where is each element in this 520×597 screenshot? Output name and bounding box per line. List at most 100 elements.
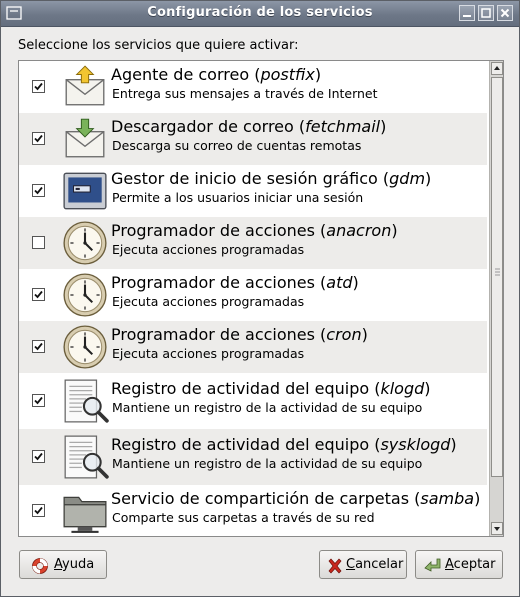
service-daemon-name: postfix (260, 65, 315, 84)
service-checkbox[interactable] (32, 504, 45, 517)
service-name: Programador de acciones (anacron) (111, 221, 398, 240)
service-name: Gestor de inicio de sesión gráfico (gdm) (111, 169, 431, 188)
title-bar[interactable]: Configuración de los servicios (1, 1, 519, 27)
checkmark-icon (34, 506, 43, 515)
service-row[interactable]: Registro de actividad del equipo (sysklo… (19, 429, 487, 485)
service-row[interactable]: Programador de acciones (cron) Ejecuta ac… (19, 321, 487, 373)
service-name: Agente de correo (postfix) (111, 65, 321, 84)
service-checkbox[interactable] (32, 288, 45, 301)
help-button[interactable]: Ayuda (19, 550, 107, 579)
checkmark-icon (34, 186, 43, 195)
services-dialog: Configuración de los servicios Seleccion… (0, 0, 520, 597)
service-checkbox[interactable] (32, 184, 45, 197)
service-daemon-name: samba (420, 489, 475, 508)
service-checkbox[interactable] (32, 340, 45, 353)
service-row[interactable]: Agente de correo (postfix) Entrega sus me… (19, 61, 487, 113)
service-name: Descargador de correo (fetchmail) (111, 117, 386, 136)
service-checkbox[interactable] (32, 450, 45, 463)
service-checkbox[interactable] (32, 80, 45, 93)
window-title: Configuración de los servicios (147, 5, 373, 20)
service-name: Programador de acciones (atd) (111, 273, 359, 292)
service-name-suffix: ) (361, 325, 368, 344)
service-checkbox[interactable] (32, 394, 45, 407)
log-viewer-icon (61, 377, 109, 425)
service-description: Entrega sus mensajes a través de Interne… (112, 86, 378, 101)
service-description: Mantiene un registro de la actividad de … (112, 456, 423, 471)
service-name-suffix: ) (424, 379, 431, 398)
service-name: Registro de actividad del equipo (sysklo… (111, 435, 457, 454)
help-mnemonic: A (54, 557, 63, 572)
clock-icon (61, 219, 109, 267)
service-description: Mantiene un registro de la actividad de … (112, 400, 423, 415)
service-daemon-name: anacron (326, 221, 392, 240)
service-name: Registro de actividad del equipo (klogd) (111, 379, 431, 398)
maximize-icon (481, 8, 491, 18)
service-name-prefix: Servicio de compartición de carpetas ( (111, 489, 421, 508)
vertical-scrollbar[interactable] (489, 61, 503, 536)
close-button[interactable] (497, 5, 513, 21)
accept-label: Aceptar (445, 557, 495, 572)
service-name-suffix: ) (380, 117, 387, 136)
service-name-prefix: Descargador de correo ( (111, 117, 306, 136)
help-label: Ayuda (54, 557, 94, 572)
scroll-up-button[interactable] (491, 62, 503, 75)
service-description: Permite a los usuarios iniciar una sesió… (112, 190, 364, 205)
checkmark-icon (34, 452, 43, 461)
service-name-suffix: ) (474, 489, 481, 508)
accept-mnemonic: A (445, 557, 454, 572)
service-name-suffix: ) (450, 435, 457, 454)
service-row[interactable]: Programador de acciones (atd) Ejecuta acc… (19, 269, 487, 321)
service-description: Ejecuta acciones programadas (112, 242, 305, 257)
minimize-icon (463, 15, 471, 17)
service-row[interactable]: Programador de acciones (anacron) Ejecuta… (19, 217, 487, 269)
scroll-thumb[interactable] (491, 77, 503, 477)
service-description: Ejecuta acciones programadas (112, 294, 305, 309)
service-daemon-name: sysklogd (380, 435, 451, 454)
cancel-x-icon (328, 558, 342, 574)
service-daemon-name: atd (326, 273, 353, 292)
cancel-button[interactable]: Cancelar (319, 550, 407, 579)
service-row[interactable]: Gestor de inicio de sesión gráfico (gdm)… (19, 165, 487, 217)
scroll-down-button[interactable] (491, 522, 503, 535)
service-name-prefix: Programador de acciones ( (111, 325, 327, 344)
clock-icon (61, 323, 109, 371)
service-description: Comparte sus carpetas a través de su red (112, 510, 375, 525)
service-name-suffix: ) (425, 169, 432, 188)
service-daemon-name: gdm (389, 169, 426, 188)
service-checkbox[interactable] (32, 132, 45, 145)
clock-icon (61, 271, 109, 319)
service-name-prefix: Gestor de inicio de sesión gráfico ( (111, 169, 390, 188)
help-label-rest: yuda (62, 557, 95, 572)
service-name: Servicio de compartición de carpetas (sa… (111, 489, 480, 508)
instruction-label: Seleccione los servicios que quiere acti… (18, 38, 299, 53)
mail-send-icon (61, 63, 109, 111)
cancel-label-rest: ancelar (355, 557, 404, 572)
accept-label-rest: ceptar (453, 557, 496, 572)
service-checkbox[interactable] (32, 236, 45, 249)
checkmark-icon (34, 396, 43, 405)
checkmark-icon (34, 82, 43, 91)
service-daemon-name: klogd (380, 379, 425, 398)
service-name-suffix: ) (391, 221, 398, 240)
accept-arrow-icon (424, 558, 441, 572)
service-name-suffix: ) (314, 65, 322, 84)
arrow-up-icon (494, 66, 500, 70)
service-name-prefix: Programador de acciones ( (111, 221, 327, 240)
minimize-button[interactable] (459, 5, 475, 21)
shared-folder-icon (61, 487, 109, 535)
service-name-prefix: Programador de acciones ( (111, 273, 327, 292)
log-viewer-icon (61, 433, 109, 481)
service-row[interactable]: Descargador de correo (fetchmail) Descarg… (19, 113, 487, 165)
service-name-prefix: Registro de actividad del equipo ( (111, 435, 381, 454)
close-icon (500, 8, 510, 18)
services-list[interactable]: Agente de correo (postfix) Entrega sus me… (18, 60, 504, 537)
service-row[interactable]: Servicio de compartición de carpetas (sa… (19, 485, 487, 536)
maximize-button[interactable] (478, 5, 494, 21)
services-rows: Agente de correo (postfix) Entrega sus me… (19, 61, 487, 536)
login-screen-icon (61, 167, 109, 215)
service-row[interactable]: Registro de actividad del equipo (klogd)… (19, 373, 487, 429)
service-daemon-name: cron (326, 325, 362, 344)
accept-button[interactable]: Aceptar (415, 550, 503, 579)
checkmark-icon (34, 342, 43, 351)
service-description: Ejecuta acciones programadas (112, 346, 305, 361)
